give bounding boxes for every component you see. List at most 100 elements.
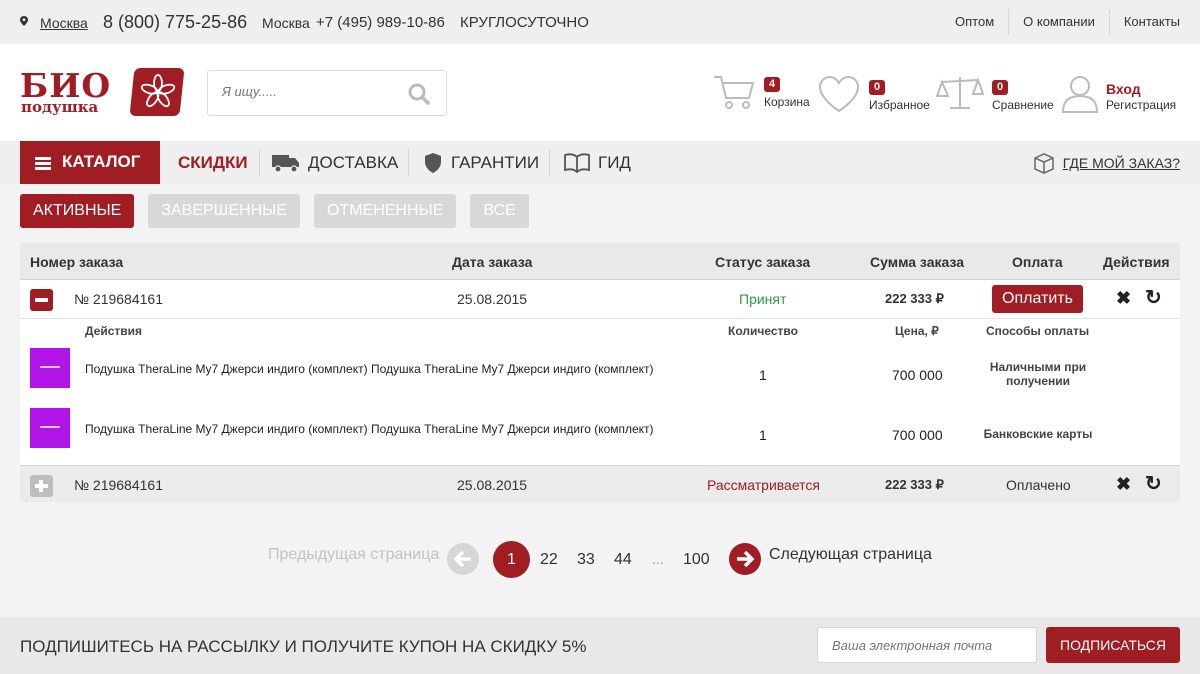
page-link[interactable]: 22 [540, 551, 558, 569]
order-sum: 222 333 ₽ [885, 291, 944, 306]
nav-divider [549, 149, 550, 176]
cart-count-badge: 4 [764, 77, 781, 92]
cart-label[interactable]: Корзина [764, 95, 810, 109]
next-page-link[interactable]: Следующая страница [769, 546, 932, 564]
phone-main[interactable]: 8 (800) 775-25-86 [103, 12, 247, 33]
email-field [817, 627, 1037, 663]
catalog-label: КАТАЛОГ [62, 152, 141, 171]
table-row: № 219684161 25.08.2015 Принят 222 333 ₽ … [20, 280, 1180, 319]
top-links: Оптом О компании Контакты [941, 0, 1180, 44]
col-order-sum: Сумма заказа [870, 254, 965, 270]
item-price: 700 000 [892, 367, 943, 383]
order-date: 25.08.2015 [457, 477, 528, 493]
order-status: Принят [739, 291, 787, 307]
location-pin-icon [20, 16, 28, 26]
book-icon [564, 153, 590, 173]
nav-delivery-label: ДОСТАВКА [308, 152, 399, 172]
nav-divider [259, 149, 260, 176]
prev-page-link[interactable]: Предыдущая страница [268, 546, 439, 564]
shield-icon [425, 152, 441, 173]
table-row: № 219684161 25.08.2015 Рассматривается 2… [20, 465, 1180, 502]
order-date: 25.08.2015 [457, 291, 528, 307]
order-status: Рассматривается [707, 477, 821, 493]
product-thumbnail[interactable] [30, 408, 70, 448]
link-contacts[interactable]: Контакты [1108, 9, 1180, 35]
nav-divider [408, 149, 409, 176]
cart-icon[interactable] [713, 74, 755, 110]
details-col-quantity: Количество [728, 324, 798, 338]
truck-icon [272, 154, 299, 173]
nav-guide[interactable]: ГИД [564, 141, 631, 184]
nav-sale[interactable]: СКИДКИ [178, 141, 248, 184]
tab-cancelled[interactable]: ОТМЕНЕННЫЕ [313, 194, 457, 228]
top-bar: Москва 8 (800) 775-25-86 Москва +7 (495)… [0, 0, 1200, 44]
search-input[interactable] [222, 84, 402, 99]
item-quantity: 1 [759, 367, 767, 383]
page-link[interactable]: 44 [614, 551, 632, 569]
orders-table: Номер заказа Дата заказа Статус заказа С… [20, 243, 1180, 502]
logo[interactable]: БИО подушка [20, 66, 185, 116]
tab-completed[interactable]: ЗАВЕРШЕННЫЕ [148, 194, 300, 228]
col-order-status: Статус заказа [715, 254, 811, 270]
order-sum: 222 333 ₽ [885, 477, 944, 492]
collapse-minus-icon[interactable] [30, 289, 53, 311]
link-about[interactable]: О компании [1008, 9, 1109, 35]
page-link[interactable]: 100 [683, 551, 710, 569]
arrow-right-icon [737, 550, 755, 568]
search-box [207, 70, 447, 116]
cancel-order-icon[interactable]: ✖ [1116, 288, 1131, 309]
compare-label[interactable]: Сравнение [992, 98, 1054, 112]
link-wholesale[interactable]: Оптом [941, 9, 1008, 35]
city-selector[interactable]: Москва [40, 15, 88, 31]
details-col-price: Цена, ₽ [895, 324, 939, 338]
city-label: Москва [262, 15, 310, 31]
nav-guarantee[interactable]: ГАРАНТИИ [424, 141, 539, 184]
product-name[interactable]: Подушка TheraLine My7 Джерси индиго (ком… [85, 422, 654, 436]
col-payment: Оплата [1012, 254, 1063, 270]
repeat-order-icon[interactable]: ↻ [1145, 285, 1162, 310]
details-col-payment-methods: Способы оплаты [986, 324, 1090, 338]
expand-plus-icon[interactable] [30, 475, 53, 497]
scales-icon[interactable] [936, 74, 984, 112]
subscribe-button[interactable]: ПОДПИСАТЬСЯ [1046, 627, 1180, 663]
item-payment-method: Банковские карты [983, 427, 1093, 441]
order-number[interactable]: № 219684161 [74, 291, 163, 307]
order-details: Действия Количество Цена, ₽ Способы опла… [20, 319, 1180, 465]
repeat-order-icon[interactable]: ↻ [1145, 471, 1162, 496]
where-is-my-order-label: ГДЕ МОЙ ЗАКАЗ? [1062, 154, 1180, 171]
page-link[interactable]: 33 [577, 551, 595, 569]
page-current[interactable]: 1 [493, 541, 530, 578]
cancel-order-icon[interactable]: ✖ [1116, 474, 1131, 495]
flower-icon [140, 74, 176, 108]
catalog-button[interactable]: КАТАЛОГ [20, 141, 160, 184]
register-link[interactable]: Регистрация [1106, 98, 1176, 112]
pay-button[interactable]: Оплатить [992, 285, 1083, 313]
subscribe-text: ПОДПИШИТЕСЬ НА РАССЫЛКУ И ПОЛУЧИТЕ КУПОН… [20, 637, 587, 656]
details-col-actions: Действия [85, 324, 143, 338]
col-actions: Действия [1103, 254, 1170, 270]
user-icon[interactable] [1061, 74, 1099, 114]
heart-icon[interactable] [817, 74, 861, 114]
prev-page-button[interactable] [447, 543, 479, 575]
item-price: 700 000 [892, 427, 943, 443]
product-thumbnail[interactable] [30, 348, 70, 388]
login-link[interactable]: Вход [1106, 81, 1141, 97]
where-is-my-order-link[interactable]: ГДЕ МОЙ ЗАКАЗ? [1033, 141, 1180, 184]
search-icon[interactable] [408, 83, 430, 105]
phone-city[interactable]: +7 (495) 989-10-86 [316, 14, 445, 31]
favorites-label[interactable]: Избранное [869, 98, 930, 112]
nav-delivery[interactable]: ДОСТАВКА [272, 141, 398, 184]
next-page-button[interactable] [729, 543, 761, 575]
tab-all[interactable]: ВСЕ [470, 194, 529, 228]
header: БИО подушка 4 Корзина 0 Избранное [0, 44, 1200, 141]
item-payment-method: Наличными при получении [989, 360, 1087, 388]
product-name[interactable]: Подушка TheraLine My7 Джерси индиго (ком… [85, 362, 654, 376]
payment-status: Оплачено [1006, 477, 1071, 493]
col-order-date: Дата заказа [452, 254, 533, 270]
email-input[interactable] [832, 638, 1022, 653]
order-number[interactable]: № 219684161 [74, 477, 163, 493]
pagination: Предыдущая страница 1 22 33 44 ... 100 С… [0, 540, 1200, 580]
arrow-left-icon [453, 550, 471, 568]
logo-text-bottom: подушка [21, 98, 99, 116]
tab-active[interactable]: АКТИВНЫЕ [20, 194, 135, 228]
